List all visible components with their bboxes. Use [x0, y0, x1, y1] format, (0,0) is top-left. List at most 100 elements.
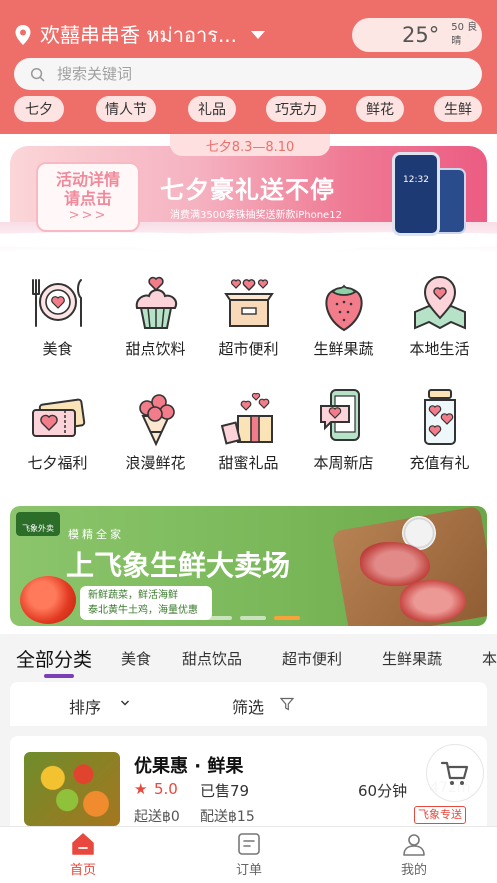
nav-home[interactable]: 首页: [0, 827, 166, 883]
tag-qixi[interactable]: 七夕: [14, 96, 64, 122]
tag-flowers[interactable]: 鲜花: [356, 96, 404, 122]
home-icon: [72, 833, 94, 855]
fresh-market-banner[interactable]: 飞象外卖 模精全家 上飞象生鲜大卖场 新鲜蔬菜，鲜活海鲜 泰北黄牛土鸡，海量优惠: [10, 506, 487, 626]
category-label: 生鲜果蔬: [313, 340, 374, 358]
weather-aqi: 50 良: [451, 22, 478, 33]
cart-icon: [440, 761, 469, 785]
category-fresh-produce[interactable]: 生鲜果蔬: [294, 272, 393, 359]
category-romantic-flowers[interactable]: 浪漫鲜花: [106, 386, 205, 473]
category-label: 甜点饮料: [125, 340, 186, 358]
carousel-dot[interactable]: [240, 616, 266, 620]
cart-button[interactable]: [426, 744, 484, 802]
carousel-indicator: [206, 616, 300, 620]
store-sold-count: 已售79: [200, 782, 250, 800]
category-sweet-gifts[interactable]: 甜蜜礼品: [199, 386, 298, 473]
promo-title: 七夕豪礼送不停: [160, 176, 335, 204]
category-new-stores[interactable]: 本周新店: [294, 386, 393, 473]
phone-image: 12:32: [392, 152, 440, 236]
tag-valentines[interactable]: 情人节: [96, 96, 156, 122]
sort-button[interactable]: 排序: [69, 694, 101, 718]
strawberry-icon: [324, 284, 363, 332]
caret-down-icon: [251, 31, 266, 39]
tab-desserts-drinks[interactable]: 甜点饮品: [182, 648, 242, 669]
bouquet-icon: [138, 394, 175, 447]
nav-profile[interactable]: 我的: [331, 827, 497, 883]
profile-icon: [403, 834, 425, 856]
category-food[interactable]: 美食: [8, 272, 107, 359]
store-card[interactable]: 优果惠 · 鲜果 ★ 5.0 已售79 60分钟 472m 起送฿0 配送฿15…: [10, 736, 487, 826]
steak-image: [400, 580, 466, 622]
tagline-line2: 泰北黄牛土鸡，海量优惠: [88, 605, 198, 616]
activity-details-line1: 活动详情: [55, 170, 120, 189]
cupcake-icon: [135, 276, 177, 329]
weather-condition: 晴: [451, 36, 462, 47]
tag-gifts[interactable]: 礼品: [188, 96, 236, 122]
weather-widget[interactable]: 25° 50 良 晴: [352, 18, 482, 52]
category-label: 本地生活: [409, 340, 470, 358]
nav-label: 我的: [400, 863, 427, 878]
store-delivery-badge: 飞象专送: [414, 806, 466, 824]
present-icon: [220, 392, 273, 445]
nav-label: 订单: [235, 863, 262, 878]
store-delivery-fee: 配送฿15: [200, 809, 255, 825]
active-tab-underline: [44, 674, 74, 678]
store-delivery-time: 60分钟: [358, 782, 408, 800]
category-qixi-welfare[interactable]: 七夕福利: [8, 386, 107, 473]
filter-bar: 排序 筛选: [10, 682, 487, 726]
search-input[interactable]: [57, 65, 457, 83]
hot-tags: 七夕 情人节 礼品 巧克力 鲜花 生鲜: [0, 96, 497, 122]
tab-local-life[interactable]: 本: [482, 648, 497, 669]
location-pin-icon: [15, 25, 31, 45]
weather-details: 50 良 晴: [451, 22, 477, 48]
banner-tagline: 新鲜蔬菜，鲜活海鲜 泰北黄牛土鸡，海量优惠: [80, 586, 212, 620]
category-label: 美食: [42, 340, 73, 358]
store-min-order: 起送฿0: [134, 809, 180, 825]
category-label: 充值有礼: [409, 454, 470, 472]
location-selector[interactable]: 欢囍串串香 หม่าอาร...: [14, 18, 266, 52]
location-text: 欢囍串串香 หม่าอาร...: [40, 23, 238, 47]
arrows-icon: >>>: [68, 208, 108, 223]
qixi-promo-banner[interactable]: 七夕8.3—8.10 活动详情 请点击 >>> 七夕豪礼送不停 消费满3500泰…: [0, 134, 497, 252]
phone-screen-time: 12:32: [403, 175, 429, 185]
category-desserts-drinks[interactable]: 甜点饮料: [106, 272, 205, 359]
category-label: 本周新店: [313, 454, 374, 472]
carousel-dot[interactable]: [206, 616, 232, 620]
header: 欢囍串串香 หม่าอาร... 25° 50 良 晴 七夕 情人节 礼品 巧克…: [0, 0, 497, 134]
phone-chat-icon: [319, 389, 360, 441]
search-bar[interactable]: [14, 58, 482, 90]
carousel-dot-active[interactable]: [274, 616, 300, 620]
steak-image: [360, 542, 430, 586]
tag-chocolate[interactable]: 巧克力: [266, 96, 326, 122]
bottom-navigation: 首页 订单 我的: [0, 826, 497, 883]
tab-food[interactable]: 美食: [121, 648, 151, 669]
tag-fresh[interactable]: 生鲜: [434, 96, 482, 122]
category-local-life[interactable]: 本地生活: [390, 272, 489, 359]
weather-temperature: 25°: [402, 23, 440, 47]
banner-title: 上飞象生鲜大卖场: [66, 549, 291, 582]
banner-kicker: 模精全家: [68, 528, 124, 541]
jar-hearts-icon: [423, 389, 456, 445]
promo-date-tab: 七夕8.3—8.10: [170, 134, 330, 156]
gift-box-icon: [223, 279, 274, 327]
category-recharge-gift[interactable]: 充值有礼: [390, 386, 489, 473]
promo-subtitle: 消费满3500泰铢抽奖送新款iPhone12: [170, 210, 342, 221]
nav-orders[interactable]: 订单: [166, 827, 332, 883]
tab-supermarket[interactable]: 超市便利: [282, 648, 342, 669]
nav-label: 首页: [69, 863, 96, 878]
store-image: [24, 752, 120, 826]
map-pin-heart-icon: [413, 276, 466, 330]
funnel-icon: [280, 697, 294, 711]
store-category-tabs: 全部分类 美食 甜点饮品 超市便利 生鲜果蔬 本: [0, 634, 497, 682]
category-supermarket[interactable]: 超市便利: [199, 272, 298, 359]
category-label: 超市便利: [218, 340, 279, 358]
plate-heart-icon: [31, 279, 82, 327]
activity-details-button[interactable]: 活动详情 请点击 >>>: [36, 162, 140, 232]
tab-fresh-produce[interactable]: 生鲜果蔬: [382, 648, 442, 669]
filter-button[interactable]: 筛选: [232, 694, 264, 718]
chevron-down-icon: [121, 700, 129, 706]
category-label: 甜蜜礼品: [218, 454, 279, 472]
tab-all-categories[interactable]: 全部分类: [16, 645, 92, 672]
feixiang-logo: 飞象外卖: [16, 512, 60, 536]
order-icon: [238, 833, 260, 855]
store-name: 优果惠 · 鲜果: [134, 756, 244, 777]
